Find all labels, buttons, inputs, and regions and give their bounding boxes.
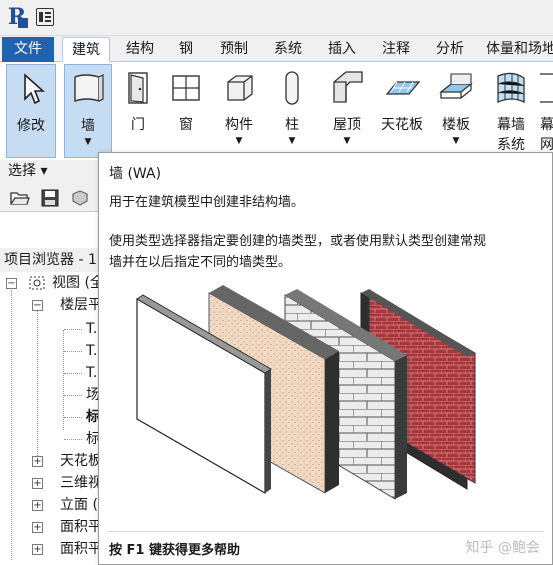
door-button[interactable]: 门 bbox=[118, 64, 158, 158]
open-folder-icon[interactable] bbox=[10, 189, 30, 207]
ribbon-tabs: 文件 建筑 结构 钢 预制 系统 插入 注释 分析 体量和场地 bbox=[0, 37, 553, 62]
watermark: 知乎 @鲍会 bbox=[465, 540, 540, 556]
curtain-grid-button[interactable]: 幕 网 bbox=[540, 64, 553, 158]
window-button[interactable]: 窗 bbox=[164, 64, 208, 158]
curtain-system-label: 幕墙 bbox=[497, 117, 525, 133]
component-icon bbox=[227, 75, 253, 101]
tooltip-description: 用于在建筑模型中创建非结构墙。 bbox=[109, 195, 305, 210]
wall-types-illustration bbox=[136, 285, 476, 500]
tab-structure[interactable]: 结构 bbox=[118, 37, 162, 62]
expand-toggle[interactable]: + bbox=[32, 456, 43, 467]
ceiling-button[interactable]: 天花板 bbox=[376, 64, 428, 158]
wall-button[interactable]: 墙 ▼ bbox=[64, 64, 112, 158]
chevron-down-icon[interactable]: ▼ bbox=[289, 136, 296, 146]
wall-tooltip: 墙 (WA) 用于在建筑模型中创建非结构墙。 使用类型选择器指定要创建的墙类型，… bbox=[98, 152, 553, 565]
tree-item-area-plans[interactable]: 面积平 bbox=[60, 538, 102, 560]
ceiling-label: 天花板 bbox=[381, 117, 423, 133]
column-label: 柱 bbox=[285, 117, 299, 133]
chevron-down-icon[interactable]: ▼ bbox=[453, 136, 460, 146]
tree-item-3d-views[interactable]: 三维视 bbox=[60, 472, 102, 494]
column-icon bbox=[285, 71, 299, 105]
tab-file[interactable]: 文件 bbox=[2, 37, 54, 62]
roof-icon bbox=[333, 71, 363, 103]
tree-item-views[interactable]: 视图 (全 bbox=[52, 272, 104, 294]
expand-toggle[interactable]: + bbox=[32, 544, 43, 555]
collapse-toggle[interactable]: − bbox=[32, 300, 43, 311]
cursor-arrow-icon bbox=[24, 73, 46, 105]
tree-item-floor-plan[interactable]: T. bbox=[86, 318, 97, 340]
select-panel-dropdown[interactable]: 选择 ▾ bbox=[0, 160, 100, 182]
ribbon-panel: 修改 墙 ▼ 门 窗 构件 ▼ 柱 ▼ 屋顶 ▼ 天花板 楼板 ▼ 幕墙 系统 … bbox=[0, 62, 553, 162]
expand-toggle[interactable]: + bbox=[32, 500, 43, 511]
revit-logo-icon[interactable]: R bbox=[6, 4, 28, 30]
tab-annotate[interactable]: 注释 bbox=[372, 37, 420, 62]
window-icon bbox=[172, 75, 200, 101]
views-icon bbox=[29, 276, 45, 290]
project-browser-title: 项目浏览器 - 1 bbox=[0, 248, 100, 272]
collapse-toggle[interactable]: − bbox=[6, 278, 17, 289]
floor-button[interactable]: 楼板 ▼ bbox=[432, 64, 480, 158]
ceiling-icon bbox=[385, 81, 421, 95]
tab-massing-site[interactable]: 体量和场地 bbox=[482, 37, 553, 62]
project-browser: 项目浏览器 - 1 − 视图 (全 − 楼层平 T. T. T. 场 标 标 +… bbox=[0, 212, 104, 565]
tooltip-divider bbox=[107, 531, 544, 532]
chevron-down-icon[interactable]: ▼ bbox=[85, 137, 92, 147]
chevron-down-icon[interactable]: ▼ bbox=[344, 136, 351, 146]
tooltip-title: 墙 (WA) bbox=[109, 166, 162, 182]
expand-toggle[interactable]: + bbox=[32, 522, 43, 533]
tree-item-floor-plan[interactable]: T. bbox=[86, 362, 97, 384]
modify-label: 修改 bbox=[17, 118, 45, 134]
tab-systems[interactable]: 系统 bbox=[264, 37, 312, 62]
door-icon bbox=[128, 72, 148, 104]
expand-toggle[interactable]: + bbox=[32, 478, 43, 489]
tooltip-details-line1: 使用类型选择器指定要创建的墙类型，或者使用默认类型创建常规 bbox=[109, 234, 487, 249]
door-label: 门 bbox=[131, 117, 145, 133]
tab-analyze[interactable]: 分析 bbox=[426, 37, 474, 62]
floor-icon bbox=[439, 73, 473, 99]
document-list-icon[interactable] bbox=[36, 8, 54, 26]
save-icon[interactable] bbox=[40, 189, 60, 207]
tree-item-floor-plan[interactable]: T. bbox=[86, 340, 97, 362]
column-button[interactable]: 柱 ▼ bbox=[272, 64, 312, 158]
sync-icon[interactable] bbox=[70, 189, 90, 207]
curtain-grid-label: 幕 bbox=[540, 117, 553, 133]
title-bar: R bbox=[0, 0, 553, 36]
component-button[interactable]: 构件 ▼ bbox=[214, 64, 264, 158]
tab-precast[interactable]: 预制 bbox=[210, 37, 258, 62]
component-label: 构件 bbox=[225, 117, 253, 133]
tooltip-details-line2: 墙并在以后指定不同的墙类型。 bbox=[109, 255, 292, 270]
window-label: 窗 bbox=[179, 117, 193, 133]
tree-item-floor-plans[interactable]: 楼层平 bbox=[60, 294, 102, 316]
tab-architecture[interactable]: 建筑 bbox=[62, 37, 110, 62]
tree-item-ceiling-plans[interactable]: 天花板 bbox=[60, 450, 102, 472]
wall-label: 墙 bbox=[81, 118, 95, 134]
tree-item-area-plans[interactable]: 面积平 bbox=[60, 516, 102, 538]
floor-label: 楼板 bbox=[442, 117, 470, 133]
tooltip-details: 使用类型选择器指定要创建的墙类型，或者使用默认类型创建常规 墙并在以后指定不同的… bbox=[109, 231, 539, 273]
roof-button[interactable]: 屋顶 ▼ bbox=[324, 64, 370, 158]
tab-steel[interactable]: 钢 bbox=[170, 37, 202, 62]
tooltip-help-hint: 按 F1 键获得更多帮助 bbox=[109, 543, 240, 558]
wall-icon bbox=[74, 74, 104, 102]
tree-item-elevations[interactable]: 立面 ( bbox=[60, 494, 98, 516]
curtain-system-icon bbox=[497, 72, 525, 104]
curtain-grid-icon bbox=[540, 73, 553, 103]
secondary-toolbar bbox=[0, 184, 100, 212]
tab-insert[interactable]: 插入 bbox=[318, 37, 366, 62]
curtain-system-button[interactable]: 幕墙 系统 bbox=[486, 64, 536, 158]
roof-label: 屋顶 bbox=[333, 117, 361, 133]
chevron-down-icon[interactable]: ▼ bbox=[236, 136, 243, 146]
modify-button[interactable]: 修改 bbox=[6, 64, 56, 158]
